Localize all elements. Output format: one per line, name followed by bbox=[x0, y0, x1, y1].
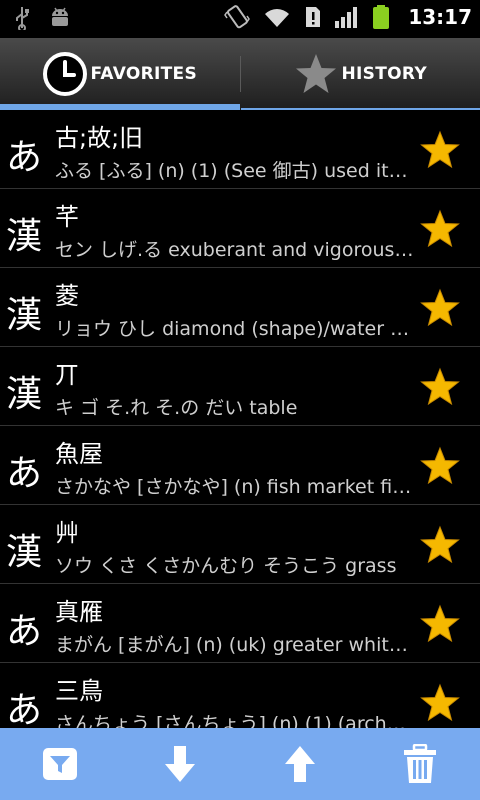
clock-icon bbox=[43, 52, 88, 96]
move-up-button[interactable] bbox=[270, 734, 330, 794]
signal-icon bbox=[335, 7, 358, 28]
tab-history[interactable]: HISTORY bbox=[240, 38, 480, 110]
entry-reading: セン しげ.る exuberant and vigorous growth bbox=[55, 239, 417, 261]
favorites-list[interactable]: あ 古;故;旧 ふる [ふる] (n) (1) (See 御古) used it… bbox=[0, 110, 480, 728]
entry-reading: さんちょう [さんちょう] (n) (1) (archaic) bbox=[55, 713, 417, 728]
entry-headword: 丌 bbox=[55, 361, 79, 389]
wifi-icon bbox=[265, 9, 290, 28]
status-clock: 13:17 bbox=[408, 5, 472, 29]
favorite-star-icon[interactable] bbox=[420, 604, 460, 644]
list-item[interactable]: あ 三鳥 さんちょう [さんちょう] (n) (1) (archaic) bbox=[0, 663, 480, 728]
battery-icon bbox=[373, 5, 390, 29]
list-item[interactable]: 漢 艸 ソウ くさ くさかんむり そうこう grass bbox=[0, 505, 480, 584]
favorite-star-icon[interactable] bbox=[420, 683, 460, 723]
move-down-icon bbox=[165, 746, 195, 782]
entry-reading: さかなや [さかなや] (n) fish market fishmonger bbox=[55, 476, 417, 498]
entry-headword: 艸 bbox=[55, 519, 79, 547]
action-bar bbox=[0, 728, 480, 800]
vibrate-icon bbox=[224, 5, 251, 29]
filter-icon bbox=[43, 748, 77, 780]
favorite-star-icon[interactable] bbox=[420, 288, 460, 328]
entry-type-glyph: あ bbox=[6, 137, 43, 178]
list-item[interactable]: 漢 菱 リョウ ひし diamond (shape)/water chestnu… bbox=[0, 268, 480, 347]
list-item[interactable]: あ 真雁 まがん [まがん] (n) (uk) greater white-fr… bbox=[0, 584, 480, 663]
list-item[interactable]: 漢 芊 セン しげ.る exuberant and vigorous growt… bbox=[0, 189, 480, 268]
entry-reading: ふる [ふる] (n) (1) (See 御古) used item bbox=[55, 160, 417, 182]
move-down-button[interactable] bbox=[150, 734, 210, 794]
list-item[interactable]: あ 魚屋 さかなや [さかなや] (n) fish market fishmon… bbox=[0, 426, 480, 505]
entry-headword: 芊 bbox=[55, 203, 79, 231]
android-debug-icon bbox=[52, 7, 68, 26]
entry-headword: 魚屋 bbox=[55, 440, 103, 468]
entry-type-glyph: 漢 bbox=[6, 216, 43, 257]
entry-type-glyph: 漢 bbox=[6, 532, 43, 573]
entry-headword: 真雁 bbox=[55, 598, 103, 626]
usb-icon bbox=[16, 7, 29, 30]
entry-type-glyph: 漢 bbox=[6, 295, 43, 336]
list-item[interactable]: あ 古;故;旧 ふる [ふる] (n) (1) (See 御古) used it… bbox=[0, 110, 480, 189]
delete-button[interactable] bbox=[390, 734, 450, 794]
tab-favorites-label: FAVORITES bbox=[90, 64, 198, 84]
entry-type-glyph: あ bbox=[6, 453, 43, 494]
entry-reading: リョウ ひし diamond (shape)/water chestnut bbox=[55, 318, 417, 340]
sim-alert-icon bbox=[306, 7, 321, 27]
entry-type-glyph: 漢 bbox=[6, 374, 43, 415]
favorite-star-icon[interactable] bbox=[420, 130, 460, 170]
filter-button[interactable] bbox=[30, 734, 90, 794]
entry-headword: 古;故;旧 bbox=[55, 124, 144, 152]
delete-icon bbox=[404, 744, 436, 783]
tab-favorites[interactable]: FAVORITES bbox=[0, 38, 240, 110]
entry-headword: 三鳥 bbox=[55, 677, 103, 705]
favorite-star-icon[interactable] bbox=[420, 209, 460, 249]
favorite-star-icon[interactable] bbox=[420, 367, 460, 407]
list-item[interactable]: 漢 丌 キ ゴ そ.れ そ.の だい table bbox=[0, 347, 480, 426]
entry-headword: 菱 bbox=[55, 282, 79, 310]
entry-type-glyph: あ bbox=[6, 690, 43, 728]
favorite-star-icon[interactable] bbox=[420, 446, 460, 486]
favorite-star-icon[interactable] bbox=[420, 525, 460, 565]
status-bar: 13:17 bbox=[0, 0, 480, 38]
tab-bar: FAVORITES HISTORY bbox=[0, 38, 480, 110]
entry-reading: ソウ くさ くさかんむり そうこう grass bbox=[55, 555, 397, 577]
entry-reading: キ ゴ そ.れ そ.の だい table bbox=[55, 397, 298, 419]
star-icon bbox=[295, 54, 336, 93]
tab-history-label: HISTORY bbox=[341, 64, 427, 84]
entry-reading: まがん [まがん] (n) (uk) greater white-fronted… bbox=[55, 634, 417, 656]
entry-type-glyph: あ bbox=[6, 611, 43, 652]
move-up-icon bbox=[285, 746, 315, 782]
